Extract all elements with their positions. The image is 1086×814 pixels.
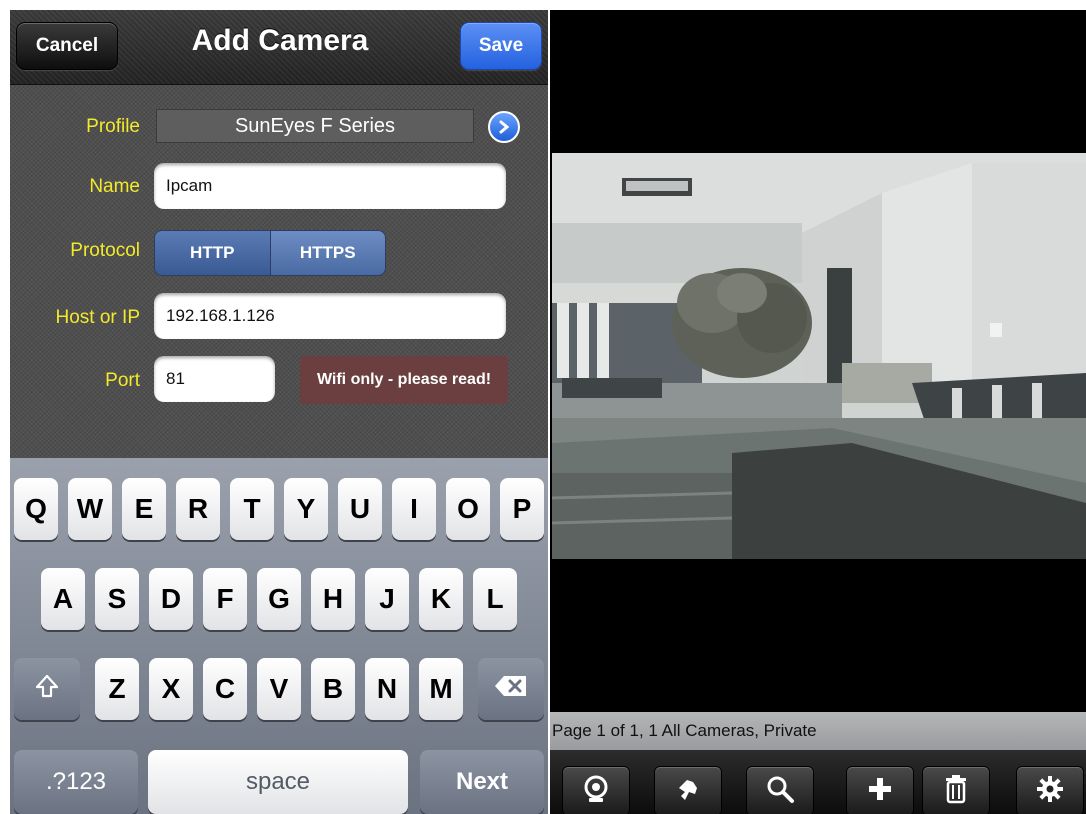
key-j[interactable]: J xyxy=(365,568,409,630)
port-label: Port xyxy=(105,370,140,391)
plus-icon xyxy=(867,776,893,807)
status-bar: Page 1 of 1, 1 All Cameras, Private xyxy=(550,712,1086,750)
key-i[interactable]: I xyxy=(392,478,436,540)
port-field[interactable]: 81 xyxy=(154,356,275,402)
key-t[interactable]: T xyxy=(230,478,274,540)
name-label: Name xyxy=(89,176,140,197)
space-key[interactable]: space xyxy=(148,750,408,814)
cancel-button[interactable]: Cancel xyxy=(16,22,118,70)
key-l[interactable]: L xyxy=(473,568,517,630)
camera-viewer-screen: Page 1 of 1, 1 All Cameras, Private xyxy=(550,10,1086,814)
backspace-icon xyxy=(494,673,528,705)
chevron-right-icon[interactable] xyxy=(488,111,520,143)
key-p[interactable]: P xyxy=(500,478,544,540)
key-r[interactable]: R xyxy=(176,478,220,540)
wifi-only-notice[interactable]: Wifi only - please read! xyxy=(300,356,508,404)
host-field[interactable]: 192.168.1.126 xyxy=(154,293,506,339)
protocol-option-http[interactable]: HTTP xyxy=(155,231,270,275)
protocol-segmented-control: HTTP HTTPS xyxy=(154,230,386,276)
key-u[interactable]: U xyxy=(338,478,382,540)
key-m[interactable]: M xyxy=(419,658,463,720)
profile-label: Profile xyxy=(86,116,140,137)
webcam-icon xyxy=(581,774,611,809)
shift-key[interactable] xyxy=(14,658,80,720)
trash-icon xyxy=(943,774,969,809)
numbers-key[interactable]: .?123 xyxy=(14,750,138,814)
search-button[interactable] xyxy=(746,766,814,814)
key-k[interactable]: K xyxy=(419,568,463,630)
gear-icon xyxy=(1035,774,1065,809)
pan-hand-icon xyxy=(673,774,703,809)
key-h[interactable]: H xyxy=(311,568,355,630)
save-button[interactable]: Save xyxy=(460,22,542,70)
key-s[interactable]: S xyxy=(95,568,139,630)
page-title: Add Camera xyxy=(191,24,369,57)
settings-button[interactable] xyxy=(1016,766,1084,814)
key-z[interactable]: Z xyxy=(95,658,139,720)
profile-selector[interactable]: SunEyes F Series xyxy=(156,109,474,143)
key-w[interactable]: W xyxy=(68,478,112,540)
key-g[interactable]: G xyxy=(257,568,301,630)
add-camera-screen: Cancel Add Camera Save Profile SunEyes F… xyxy=(10,10,548,814)
navigation-bar: Cancel Add Camera Save xyxy=(10,10,548,85)
name-field[interactable]: Ipcam xyxy=(154,163,506,209)
add-camera-button[interactable] xyxy=(846,766,914,814)
key-a[interactable]: A xyxy=(41,568,85,630)
key-b[interactable]: B xyxy=(311,658,355,720)
key-n[interactable]: N xyxy=(365,658,409,720)
key-d[interactable]: D xyxy=(149,568,193,630)
key-o[interactable]: O xyxy=(446,478,490,540)
key-e[interactable]: E xyxy=(122,478,166,540)
pan-button[interactable] xyxy=(654,766,722,814)
search-icon xyxy=(765,774,795,809)
shift-arrow-icon xyxy=(34,673,60,706)
camera-feed[interactable] xyxy=(552,153,1086,559)
keyboard: Q W E R T Y U I O P A S D F G H J K L Z … xyxy=(10,458,548,814)
key-y[interactable]: Y xyxy=(284,478,328,540)
key-v[interactable]: V xyxy=(257,658,301,720)
key-x[interactable]: X xyxy=(149,658,193,720)
camera-feed-image xyxy=(552,153,1086,559)
key-f[interactable]: F xyxy=(203,568,247,630)
bottom-toolbar xyxy=(550,750,1086,814)
host-label: Host or IP xyxy=(55,307,140,328)
camera-button[interactable] xyxy=(562,766,630,814)
protocol-option-https[interactable]: HTTPS xyxy=(269,231,385,275)
key-c[interactable]: C xyxy=(203,658,247,720)
delete-camera-button[interactable] xyxy=(922,766,990,814)
delete-key[interactable] xyxy=(478,658,544,720)
next-key[interactable]: Next xyxy=(420,750,544,814)
key-q[interactable]: Q xyxy=(14,478,58,540)
protocol-label: Protocol xyxy=(70,240,140,261)
